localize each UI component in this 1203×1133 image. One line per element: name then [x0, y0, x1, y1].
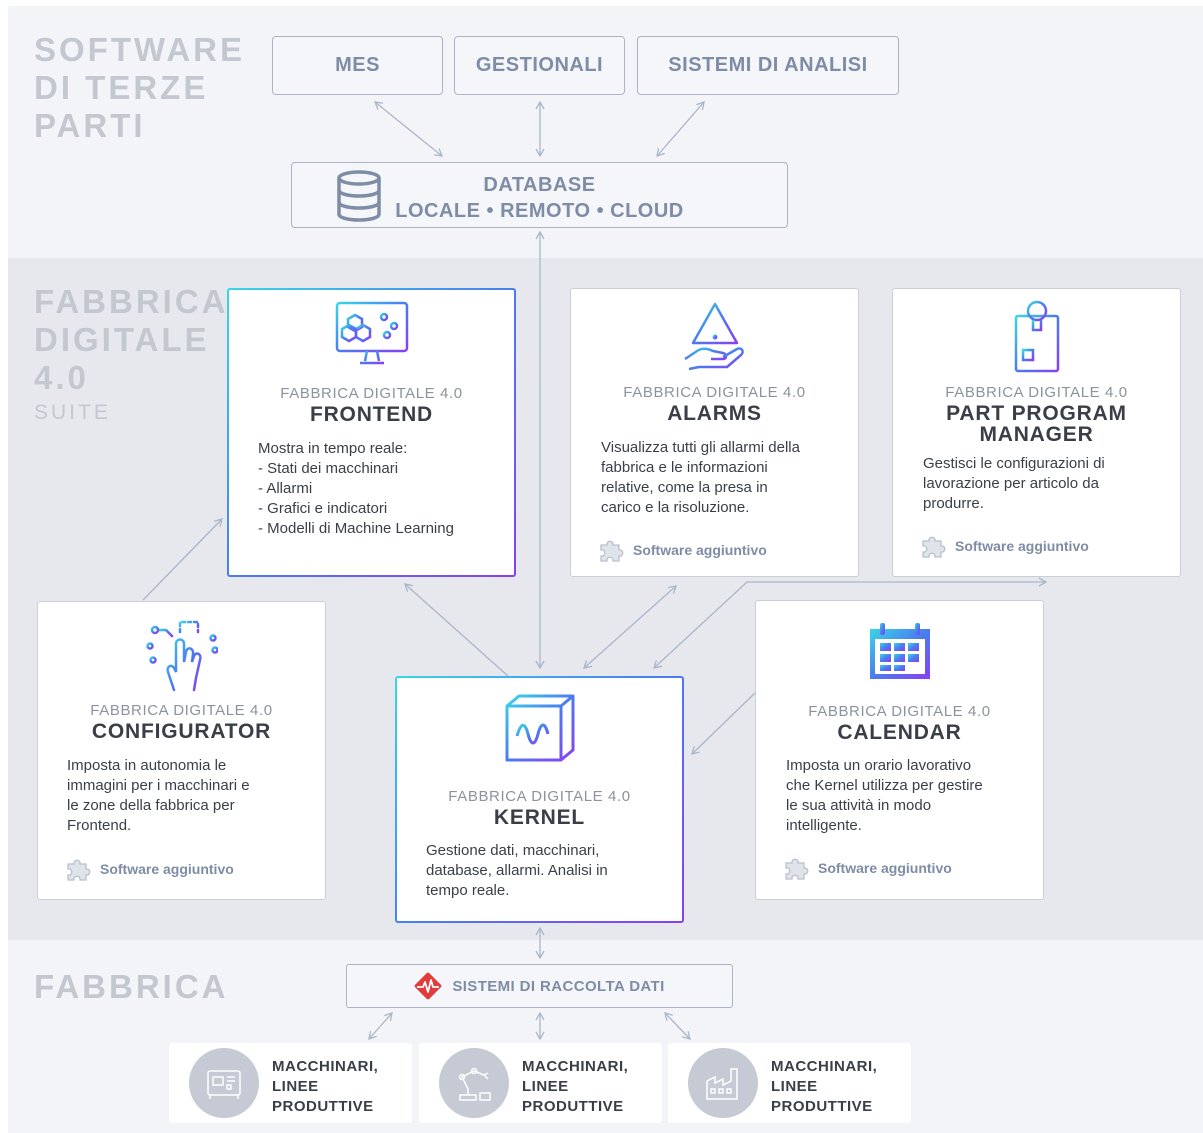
monitor-settings-icon: [335, 301, 408, 365]
kernel-suite-label: FABBRICA DIGITALE 4.0: [448, 788, 631, 805]
alarms-card[interactable]: FABBRICA DIGITALE 4.0 ALARMS Visualizza …: [570, 288, 859, 577]
control-panel-icon: [207, 1070, 241, 1099]
document-bulb-icon: [1014, 300, 1059, 373]
mes-box: MES: [272, 36, 443, 95]
ppm-description: Gestisci le configurazioni di lavorazion…: [923, 455, 1105, 512]
gestionali-box: GESTIONALI: [454, 36, 625, 95]
puzzle-icon: [67, 859, 91, 881]
machine-label-3: MACCHINARI, LINEE PRODUTTIVE: [771, 1058, 878, 1115]
sistemi-di-analisi-box: SISTEMI DI ANALISI: [637, 36, 899, 95]
kernel-description: Gestione dati, macchinari, database, all…: [426, 842, 608, 899]
calendar-description: Imposta un orario lavorativo che Kernel …: [786, 757, 983, 834]
database-title: DATABASE: [483, 174, 596, 196]
configurator-title: CONFIGURATOR: [91, 720, 272, 743]
calendar-icon: [869, 623, 930, 679]
alarms-title: ALARMS: [667, 402, 762, 425]
machine-label-2: MACCHINARI, LINEE PRODUTTIVE: [522, 1058, 629, 1115]
part-program-manager-card[interactable]: FABBRICA DIGITALE 4.0 PART PROGRAM MANAG…: [892, 288, 1181, 577]
database-box: DATABASE LOCALE • REMOTO • CLOUD: [291, 162, 788, 228]
alarms-addon: Software aggiuntivo: [597, 537, 767, 563]
calendar-title: CALENDAR: [837, 721, 962, 744]
puzzle-icon: [922, 536, 946, 558]
alarms-suite-label: FABBRICA DIGITALE 4.0: [623, 384, 806, 401]
machine-card-3: MACCHINARI, LINEE PRODUTTIVE: [668, 1043, 911, 1123]
machine-label-1: MACCHINARI, LINEE PRODUTTIVE: [272, 1058, 379, 1115]
frontend-suite-label: FABBRICA DIGITALE 4.0: [280, 385, 463, 402]
touch-circuit-icon: [145, 620, 218, 692]
alert-hand-icon: [683, 302, 744, 371]
ppm-title: PART PROGRAM MANAGER: [946, 402, 1127, 446]
signal-pulse-icon: [414, 972, 442, 1000]
configurator-suite-label: FABBRICA DIGITALE 4.0: [90, 702, 273, 719]
ppm-suite-label: FABBRICA DIGITALE 4.0: [945, 384, 1128, 401]
kernel-card[interactable]: FABBRICA DIGITALE 4.0 KERNEL Gestione da…: [395, 676, 684, 923]
database-subtitle: LOCALE • REMOTO • CLOUD: [395, 200, 684, 222]
puzzle-icon: [600, 540, 624, 562]
machine-card-2: MACCHINARI, LINEE PRODUTTIVE: [419, 1043, 662, 1123]
factory-icon: [706, 1068, 738, 1100]
calendar-suite-label: FABBRICA DIGITALE 4.0: [808, 703, 991, 720]
calendar-card[interactable]: FABBRICA DIGITALE 4.0 CALENDAR Imposta u…: [755, 600, 1044, 900]
frontend-title: FRONTEND: [309, 403, 434, 426]
puzzle-icon: [785, 858, 809, 880]
robot-arm-icon: [458, 1067, 491, 1101]
data-collection-label: SISTEMI DI RACCOLTA DATI: [452, 977, 665, 995]
data-collection-box: SISTEMI DI RACCOLTA DATI: [346, 964, 733, 1008]
ppm-addon: Software aggiuntivo: [919, 533, 1089, 559]
machine-card-1: MACCHINARI, LINEE PRODUTTIVE: [169, 1043, 412, 1123]
kernel-title: KERNEL: [493, 806, 586, 829]
frontend-description: Mostra in tempo reale: - Stati dei macch…: [258, 440, 454, 537]
configurator-addon: Software aggiuntivo: [64, 856, 234, 882]
configurator-card[interactable]: FABBRICA DIGITALE 4.0 CONFIGURATOR Impos…: [37, 601, 326, 900]
kernel-cube-icon: [505, 694, 574, 762]
frontend-card[interactable]: FABBRICA DIGITALE 4.0 FRONTEND Mostra in…: [227, 288, 516, 577]
calendar-addon: Software aggiuntivo: [782, 855, 952, 881]
configurator-description: Imposta in autonomia le immagini per i m…: [67, 757, 250, 834]
alarms-description: Visualizza tutti gli allarmi della fabbr…: [601, 439, 800, 516]
